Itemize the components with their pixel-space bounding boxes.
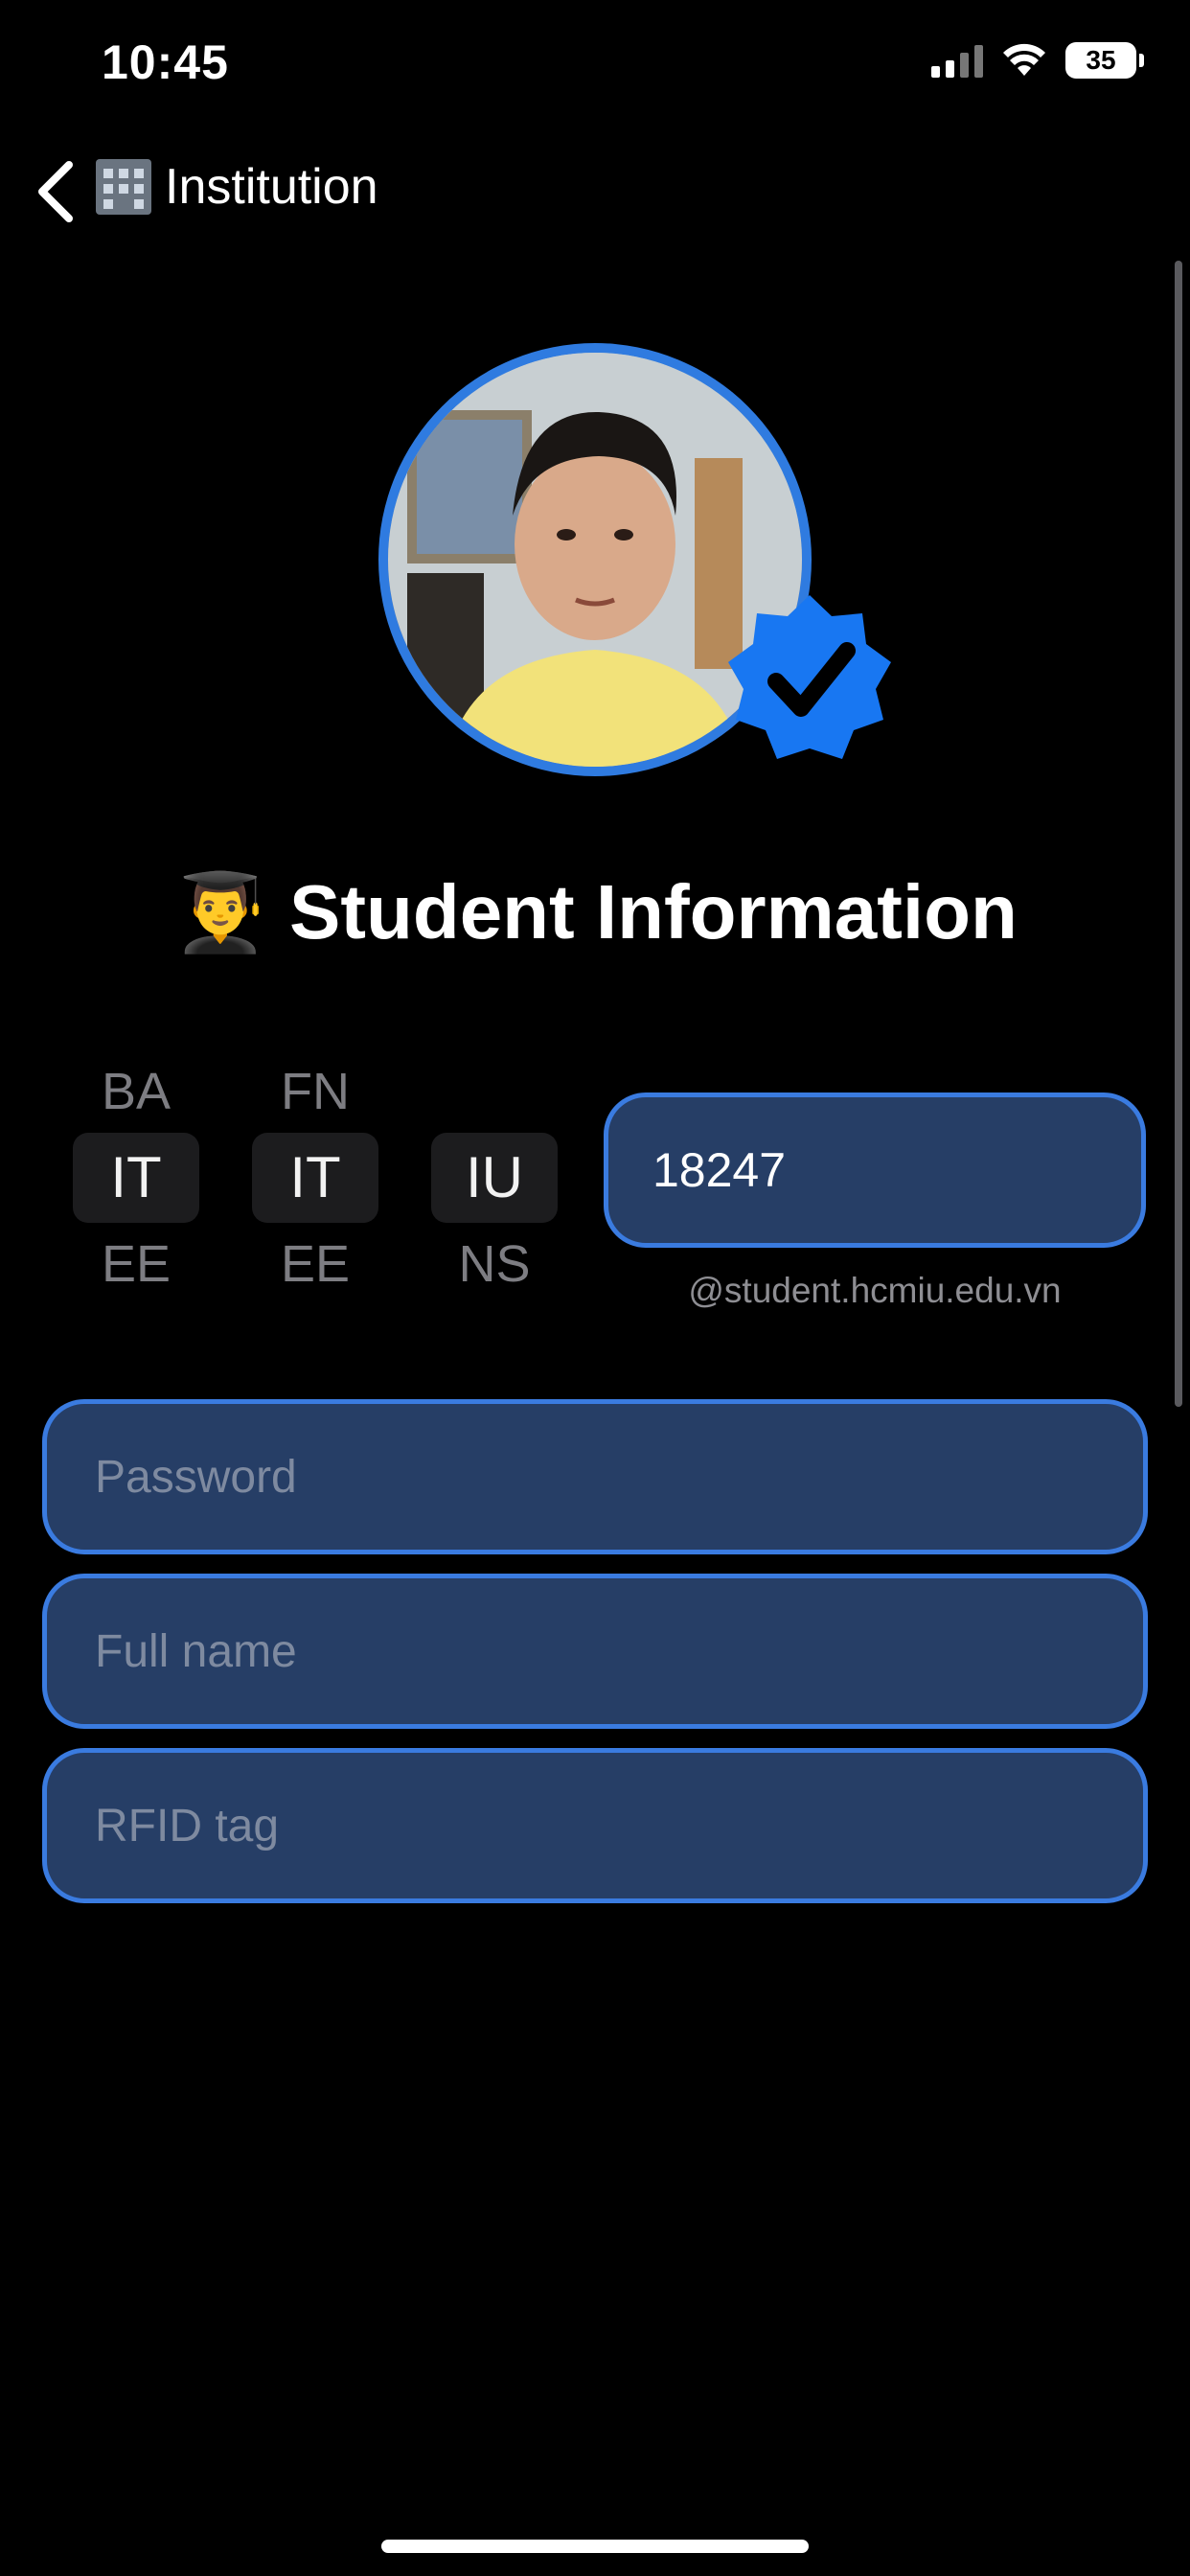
picker-option-selected[interactable]: IT xyxy=(73,1133,199,1223)
major-picker[interactable]: FN IT EE xyxy=(252,1058,378,1298)
scrollbar[interactable] xyxy=(1175,261,1182,1407)
student-emoji-icon: 👨‍🎓 xyxy=(172,869,268,954)
picker-option-above[interactable] xyxy=(431,1058,558,1125)
email-domain-label: @student.hcmiu.edu.vn xyxy=(688,1271,1062,1310)
status-time: 10:45 xyxy=(102,35,229,89)
cellular-signal-icon xyxy=(931,43,983,78)
office-building-icon xyxy=(96,159,151,215)
picker-option-above[interactable]: BA xyxy=(73,1058,199,1125)
picker-option-selected[interactable]: IT xyxy=(252,1133,378,1223)
picker-option-above[interactable]: FN xyxy=(252,1058,378,1125)
faculty-picker[interactable]: BA IT EE xyxy=(73,1058,199,1298)
student-id-input[interactable]: 18247 xyxy=(604,1092,1146,1248)
page-title-text: Student Information xyxy=(288,869,1018,954)
battery-icon: 35 xyxy=(1065,42,1144,79)
password-field[interactable]: Password xyxy=(42,1399,1148,1554)
full-name-field[interactable]: Full name xyxy=(42,1574,1148,1729)
home-indicator[interactable] xyxy=(381,2540,809,2553)
nav-title[interactable]: Institution xyxy=(96,158,378,216)
nav-title-label: Institution xyxy=(165,159,378,215)
picker-option-selected[interactable]: IU xyxy=(431,1133,558,1223)
verified-badge-icon xyxy=(728,595,891,759)
status-icons: 35 xyxy=(931,42,1144,79)
picker-option-below[interactable]: EE xyxy=(73,1230,199,1298)
chevron-left-icon[interactable] xyxy=(29,153,86,230)
picker-option-below[interactable]: NS xyxy=(431,1230,558,1298)
rfid-tag-field[interactable]: RFID tag xyxy=(42,1748,1148,1903)
page-title: 👨‍🎓 Student Information xyxy=(0,867,1190,957)
battery-level: 35 xyxy=(1086,45,1116,75)
wifi-icon xyxy=(1003,43,1045,76)
picker-option-below[interactable]: EE xyxy=(252,1230,378,1298)
program-picker[interactable]: IU NS xyxy=(431,1058,558,1298)
